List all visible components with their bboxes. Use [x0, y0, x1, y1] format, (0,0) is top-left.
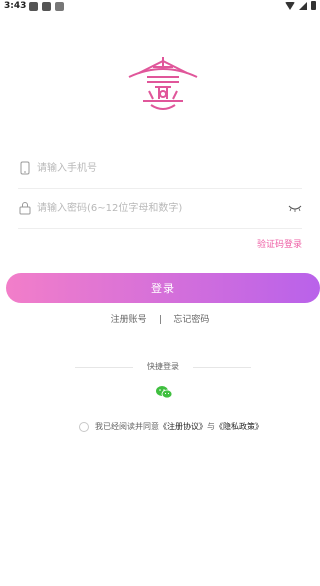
- status-time: 3:43: [4, 1, 27, 11]
- privacy-link[interactable]: 《隐私政策》: [215, 422, 263, 431]
- account-links: 注册账号 忘记密码: [0, 312, 320, 325]
- battery-icon: [311, 1, 316, 10]
- eye-closed-icon[interactable]: [288, 202, 302, 214]
- lock-icon: [19, 202, 31, 215]
- divider: [159, 315, 161, 324]
- status-bar: 3:43: [0, 0, 320, 14]
- password-field: [18, 188, 302, 229]
- agreement-text: 我已经阅读并同意: [95, 422, 159, 431]
- terms-link[interactable]: 《注册协议》: [159, 422, 207, 431]
- quick-login-section: 快捷登录: [75, 360, 251, 376]
- notification-icon: [55, 2, 64, 11]
- signal-icon: [299, 1, 307, 10]
- forgot-password-link[interactable]: 忘记密码: [173, 315, 209, 325]
- app-logo: [128, 57, 198, 110]
- wechat-icon[interactable]: [156, 385, 172, 399]
- notification-icon: [29, 2, 38, 11]
- phone-icon: [20, 161, 30, 175]
- notification-icon: [42, 2, 51, 11]
- phone-input[interactable]: [37, 148, 287, 188]
- password-input[interactable]: [37, 188, 287, 228]
- agreement-and: 与: [207, 422, 215, 431]
- login-button[interactable]: 登录: [6, 273, 320, 303]
- code-login-link[interactable]: 验证码登录: [257, 237, 302, 250]
- agree-checkbox[interactable]: [79, 421, 89, 432]
- system-icons: [285, 1, 316, 10]
- register-link[interactable]: 注册账号: [111, 315, 147, 325]
- phone-field: [18, 148, 302, 189]
- agreement-row: 我已经阅读并同意《注册协议》与《隐私政策》: [79, 421, 263, 432]
- divider: [193, 367, 251, 368]
- wifi-icon: [285, 1, 295, 10]
